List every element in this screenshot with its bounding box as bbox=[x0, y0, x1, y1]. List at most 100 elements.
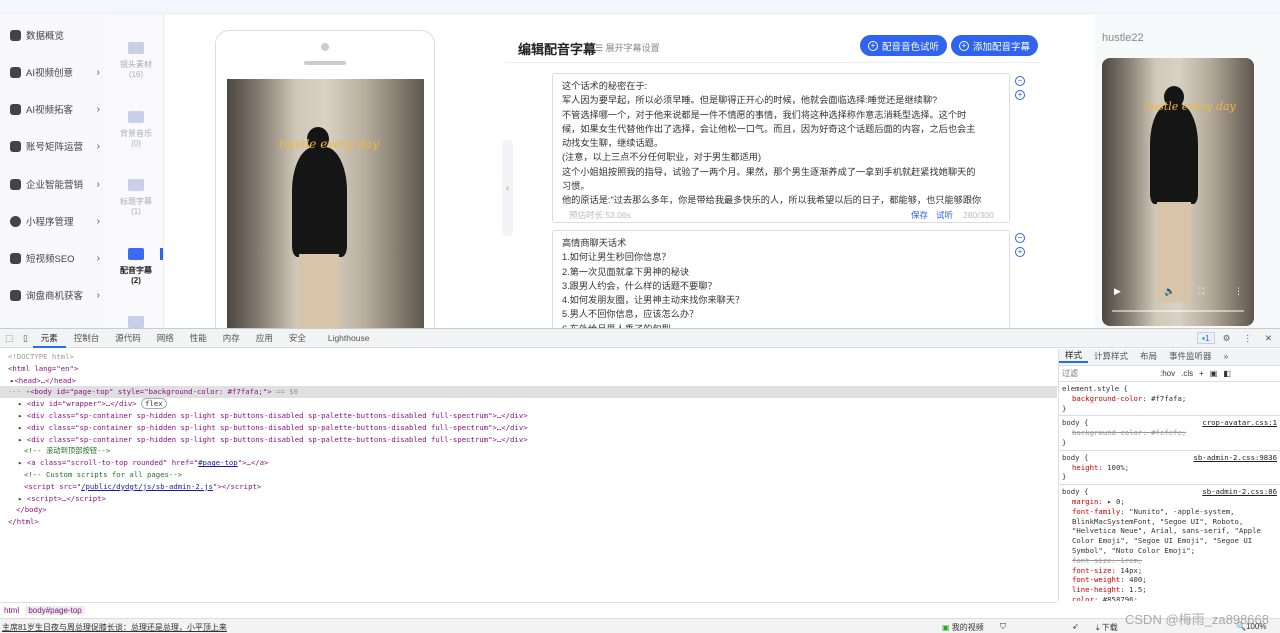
more-tabs-icon[interactable]: » bbox=[1218, 351, 1235, 362]
inspect-icon[interactable]: ⬚ bbox=[0, 333, 18, 344]
tab-elements[interactable]: 元素 bbox=[32, 329, 66, 348]
subtitle-card[interactable]: 这个话术的秘密在于: 军人因为要早起，所以必须早睡。但是聊得正开心的时候，他就会… bbox=[552, 73, 1010, 223]
plus-circle-icon[interactable]: + bbox=[1015, 247, 1025, 257]
tab-event-listeners[interactable]: 事件监听器 bbox=[1163, 351, 1218, 362]
tab-security[interactable]: 安全 bbox=[281, 329, 314, 348]
expand-settings-link[interactable]: ☰ 展开字幕设置 bbox=[595, 41, 660, 54]
my-video-button[interactable]: ▣ 我的视频 bbox=[942, 622, 984, 633]
dom-node[interactable]: ▸ <div class="sp-container sp-hidden sp-… bbox=[8, 410, 1049, 422]
tab-lighthouse[interactable]: Lighthouse bbox=[314, 329, 378, 348]
style-property[interactable]: height: 100%; bbox=[1062, 463, 1277, 473]
more-icon[interactable]: ⋮ bbox=[1234, 286, 1243, 297]
rule-source-link[interactable]: crop-avatar.css:1 bbox=[1202, 418, 1277, 428]
more-options-icon[interactable]: ⋮ bbox=[1238, 333, 1257, 344]
sidebar-item-enterprise-marketing[interactable]: 企业智能营销 › bbox=[10, 174, 102, 194]
style-rule[interactable]: element.style {background-color: #f7fafa… bbox=[1059, 382, 1280, 417]
style-rule[interactable]: body {sb-admin-2.css:86 margin: ▸ 0; font-… bbox=[1059, 485, 1280, 601]
dom-node[interactable]: <!DOCTYPE html> bbox=[8, 351, 1049, 363]
dom-node[interactable]: <script src="/public/dydgt/js/sb-admin-2… bbox=[8, 481, 1049, 493]
style-property[interactable]: margin: ▸ 0; bbox=[1062, 497, 1277, 507]
dom-link[interactable]: /public/dydgt/js/sb-admin-2.js bbox=[81, 482, 213, 491]
style-property[interactable]: background-color: #f7fafa; bbox=[1062, 394, 1277, 404]
dom-node[interactable]: ▸ <script>…</script> bbox=[8, 493, 1049, 505]
play-icon[interactable]: ▶ bbox=[1114, 286, 1121, 297]
dom-node[interactable]: ▸ <div id="wrapper">…</div> flex bbox=[8, 398, 1049, 410]
sidebar-item-account-matrix[interactable]: 账号矩阵运营 › bbox=[10, 136, 102, 156]
hov-toggle[interactable]: :hov bbox=[1160, 369, 1175, 379]
add-subtitle-button[interactable]: + 添加配音字幕 bbox=[951, 35, 1039, 56]
tab-application[interactable]: 应用 bbox=[248, 329, 281, 348]
style-property[interactable]: font-size: 1rem; bbox=[1062, 556, 1277, 566]
folder-music[interactable]: 背景音乐 (0) bbox=[108, 111, 164, 148]
sidebar-item-inquiry-leads[interactable]: 询盘商机获客 › bbox=[10, 285, 102, 305]
listen-link[interactable]: 试听 bbox=[936, 208, 953, 222]
filter-input[interactable] bbox=[1062, 369, 1154, 378]
style-rule[interactable]: body {crop-avatar.css:1 background-color:… bbox=[1059, 416, 1280, 451]
dom-comment[interactable]: <!-- 滚动到顶部按钮--> bbox=[8, 445, 1049, 457]
style-property[interactable]: color: #858796; bbox=[1062, 595, 1277, 601]
style-property[interactable]: font-size: 14px; bbox=[1062, 566, 1277, 576]
folder-title-subtitles[interactable]: 标题字幕 (1) bbox=[108, 179, 164, 216]
sidebar-item-overview[interactable]: 数据概览 bbox=[10, 25, 102, 45]
device-toggle-icon[interactable]: ▯ bbox=[18, 333, 33, 344]
dom-link[interactable]: #page-top bbox=[198, 458, 238, 467]
minus-circle-icon[interactable]: − bbox=[1015, 76, 1025, 86]
breadcrumb-body[interactable]: body#page-top bbox=[25, 606, 85, 615]
save-link[interactable]: 保存 bbox=[911, 208, 928, 222]
style-property[interactable]: line-height: 1.5; bbox=[1062, 585, 1277, 595]
tab-performance[interactable]: 性能 bbox=[182, 329, 215, 348]
flex-badge[interactable]: flex bbox=[141, 398, 167, 410]
tab-styles[interactable]: 样式 bbox=[1059, 350, 1089, 363]
tab-network[interactable]: 网络 bbox=[149, 329, 182, 348]
dom-node[interactable]: <html lang="en"> bbox=[8, 363, 1049, 375]
dom-comment[interactable]: <!-- Custom scripts for all pages--> bbox=[8, 469, 1049, 481]
collapse-panel-button[interactable]: ‹ bbox=[502, 140, 513, 236]
shield-icon[interactable]: ⛉ bbox=[1000, 622, 1006, 632]
preview-voice-button[interactable]: + 配音音色试听 bbox=[860, 35, 948, 56]
sidebar-item-ai-video-leads[interactable]: AI视频拓客 › bbox=[10, 99, 102, 119]
cls-toggle[interactable]: .cls bbox=[1181, 369, 1193, 379]
style-property[interactable]: font-family: "Nunito", -apple-system, Bl… bbox=[1062, 507, 1277, 556]
style-rule[interactable]: body {sb-admin-2.css:9836 height: 100%;} bbox=[1059, 451, 1280, 486]
sidebar-item-ai-video-creative[interactable]: AI视频创意 › bbox=[10, 62, 102, 82]
dom-node[interactable]: </html> bbox=[8, 516, 1049, 528]
dom-node[interactable]: ▸ <a class="scroll-to-top rounded" href=… bbox=[8, 457, 1049, 469]
dom-node[interactable]: ▸ <div class="sp-container sp-hidden sp-… bbox=[8, 422, 1049, 434]
folder-shots[interactable]: 镜头素材 (16) bbox=[108, 42, 164, 79]
video-progress-bar[interactable] bbox=[1112, 310, 1244, 312]
tab-computed[interactable]: 计算样式 bbox=[1088, 351, 1134, 362]
dom-node[interactable]: ▸<head>…</head> bbox=[8, 375, 1049, 387]
rocket-icon[interactable]: ➶ bbox=[1072, 622, 1079, 631]
tab-console[interactable]: 控制台 bbox=[66, 329, 108, 348]
paint-icon[interactable]: ▣ bbox=[1210, 369, 1218, 379]
subtitle-line: 2.第一次见面就拿下男神的秘诀 bbox=[562, 266, 690, 277]
rule-source-link[interactable]: sb-admin-2.css:9836 bbox=[1194, 453, 1277, 463]
tab-memory[interactable]: 内存 bbox=[215, 329, 248, 348]
tab-sources[interactable]: 源代码 bbox=[107, 329, 149, 348]
volume-icon[interactable]: 🔈 bbox=[1164, 286, 1175, 297]
style-property[interactable]: background-color: #fcfcfc; bbox=[1062, 428, 1277, 438]
issues-badge[interactable]: ▪1 bbox=[1197, 332, 1215, 344]
close-icon[interactable]: ✕ bbox=[1257, 333, 1280, 344]
breadcrumb-html[interactable]: html bbox=[4, 606, 19, 615]
tab-layout[interactable]: 布局 bbox=[1134, 351, 1163, 362]
plus-circle-icon[interactable]: + bbox=[1015, 90, 1025, 100]
subtitle-card[interactable]: 高情商聊天话术 1.如何让男生秒回你信息？ 2.第一次见面就拿下男神的秘诀 3.… bbox=[552, 230, 1010, 340]
fullscreen-icon[interactable]: ⛶ bbox=[1198, 286, 1204, 297]
add-rule-icon[interactable]: + bbox=[1199, 369, 1204, 379]
video-frame[interactable]: hustle every day bbox=[227, 79, 424, 331]
sidebar-toggle-icon[interactable]: ◧ bbox=[1223, 369, 1231, 379]
folder-voice-subtitles[interactable]: 配音字幕 (2) bbox=[108, 248, 164, 285]
settings-icon[interactable]: ⚙ bbox=[1215, 333, 1239, 344]
minus-circle-icon[interactable]: − bbox=[1015, 233, 1025, 243]
style-property[interactable]: font-weight: 400; bbox=[1062, 575, 1277, 585]
preview-video[interactable]: hustle every day ▶ 🔈 ⛶ ⋮ bbox=[1102, 58, 1254, 326]
news-ticker-link[interactable]: 主席81岁生日夜与周总理促膝长谈：总理还是总理，小平顶上来 bbox=[2, 622, 227, 633]
dom-node[interactable]: ▸ <div class="sp-container sp-hidden sp-… bbox=[8, 434, 1049, 446]
sidebar-item-mini-program[interactable]: 小程序管理 › bbox=[10, 211, 102, 231]
rule-source-link[interactable]: sb-admin-2.css:86 bbox=[1202, 487, 1277, 497]
dom-node[interactable]: </body> bbox=[8, 504, 1049, 516]
dom-node-selected[interactable]: ··· ▾<body id="page-top" style="backgrou… bbox=[0, 386, 1057, 399]
sidebar-item-seo[interactable]: 短视频SEO › bbox=[10, 248, 102, 268]
download-button[interactable]: ⤓ 下载 bbox=[1096, 622, 1118, 633]
